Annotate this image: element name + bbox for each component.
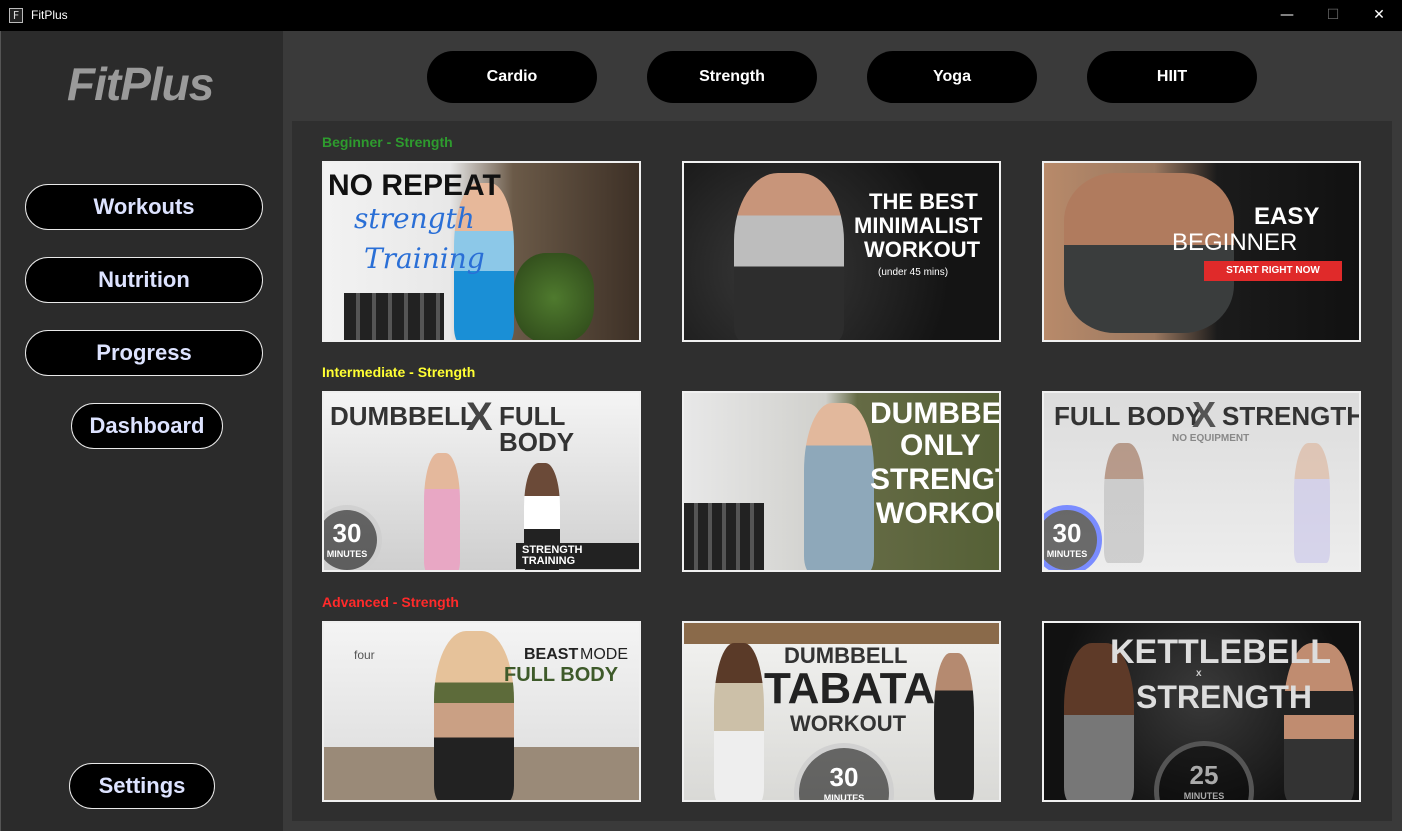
dashboard-button[interactable]: Dashboard bbox=[71, 403, 223, 449]
trainer-figure bbox=[424, 453, 460, 570]
app-logo: FitPlus bbox=[67, 58, 214, 110]
thumb-script-text-2: Training bbox=[364, 242, 485, 275]
dumbbell-rack bbox=[684, 503, 764, 570]
strength-category-button[interactable]: Strength bbox=[647, 51, 817, 103]
thumb-title: KETTLEBELL bbox=[1110, 633, 1331, 671]
video-thumbnail-best-minimalist[interactable]: THE BEST MINIMALIST WORKOUT (under 45 mi… bbox=[682, 161, 1001, 342]
trainer-figure bbox=[1104, 443, 1144, 563]
thumb-title-3: STRENGTH bbox=[870, 463, 999, 496]
thumb-title-2: STRENGTH bbox=[1136, 679, 1312, 715]
thumb-title-3: WORKOUT bbox=[864, 237, 981, 262]
thumb-title: NO REPEAT bbox=[328, 169, 501, 202]
trainer-figure bbox=[434, 631, 514, 800]
video-thumbnail-easy-beginner[interactable]: EASY BEGINNER START RIGHT NOW bbox=[1042, 161, 1361, 342]
trainer-figure bbox=[714, 643, 764, 800]
thumb-x: X bbox=[1192, 394, 1217, 435]
thumb-title-4: WORKOUT bbox=[876, 497, 999, 530]
hiit-category-button[interactable]: HIIT bbox=[1087, 51, 1257, 103]
trainer-figure-2 bbox=[934, 653, 974, 800]
minimize-button[interactable]: — bbox=[1264, 0, 1310, 31]
progress-button[interactable]: Progress bbox=[25, 330, 263, 376]
video-thumbnail-beastmode-full-body[interactable]: four BEAST MODE FULL BODY bbox=[322, 621, 641, 802]
maximize-button[interactable]: ☐ bbox=[1310, 0, 1356, 31]
title-bar: F FitPlus — ☐ ✕ bbox=[0, 0, 1402, 31]
thumb-title-3: WORKOUT bbox=[790, 711, 907, 736]
duration-badge: 30 MINUTES bbox=[1044, 505, 1102, 570]
thumb-title: BEAST bbox=[524, 646, 579, 663]
settings-button[interactable]: Settings bbox=[69, 763, 215, 809]
thumb-title-2: TABATA bbox=[764, 664, 936, 713]
app-icon: F bbox=[9, 8, 23, 23]
yoga-category-button[interactable]: Yoga bbox=[867, 51, 1037, 103]
thumb-title-2: FULL BODY bbox=[504, 664, 619, 686]
video-thumbnail-kettlebell-strength[interactable]: KETTLEBELL x STRENGTH 25 MINUTES bbox=[1042, 621, 1361, 802]
duration-badge: 30 MINUTES bbox=[794, 743, 894, 800]
thumb-subtitle: (under 45 mins) bbox=[878, 267, 949, 278]
duration-badge: 25 MINUTES bbox=[1154, 741, 1254, 800]
duration-badge: 30 MINUTES bbox=[324, 505, 382, 570]
cardio-category-button[interactable]: Cardio bbox=[427, 51, 597, 103]
thumb-subtitle: NO EQUIPMENT bbox=[1172, 433, 1250, 444]
thumb-title-b: MODE bbox=[580, 646, 628, 663]
thumb-cta-label: START RIGHT NOW bbox=[1204, 261, 1342, 281]
trainer-figure-2 bbox=[1294, 443, 1330, 563]
video-thumbnail-dumbbell-only-strength[interactable]: DUMBBELL ONLY STRENGTH WORKOUT bbox=[682, 391, 1001, 572]
sidebar: FitPlus Workouts Nutrition Progress Dash… bbox=[0, 31, 283, 831]
main-content: Cardio Strength Yoga HIIT Beginner - Str… bbox=[283, 31, 1402, 831]
thumb-script-text: strength bbox=[354, 202, 475, 235]
thumb-title: DUMBBELL bbox=[330, 401, 476, 431]
workouts-button[interactable]: Workouts bbox=[25, 184, 263, 230]
video-thumbnail-dumbbell-full-body[interactable]: DUMBBELL X FULL BODY 30 MINUTES STRENGTH … bbox=[322, 391, 641, 572]
plant-decoration bbox=[514, 253, 594, 340]
trainer-figure bbox=[734, 173, 844, 340]
thumb-title-2: FULL BODY bbox=[499, 401, 575, 457]
beginner-section-label: Beginner - Strength bbox=[322, 134, 453, 150]
video-thumbnail-full-body-strength[interactable]: FULL BODY X STRENGTH NO EQUIPMENT 30 MINU… bbox=[1042, 391, 1361, 572]
thumb-brand: four bbox=[354, 648, 375, 662]
video-thumbnail-no-repeat-strength[interactable]: NO REPEAT strength Training bbox=[322, 161, 641, 342]
thumb-title-2: BEGINNER bbox=[1172, 229, 1298, 256]
thumb-title-2: MINIMALIST bbox=[854, 213, 983, 238]
workout-grid-panel: Beginner - Strength Intermediate - Stren… bbox=[292, 121, 1392, 821]
thumb-tag: STRENGTH TRAINING bbox=[516, 543, 639, 569]
thumb-separator: x bbox=[1196, 668, 1202, 679]
close-button[interactable]: ✕ bbox=[1356, 0, 1402, 31]
dumbbell-rack bbox=[344, 293, 444, 340]
thumb-title: DUMBBELL bbox=[870, 397, 1001, 430]
trainer-figure bbox=[804, 403, 874, 570]
video-thumbnail-dumbbell-tabata[interactable]: DUMBBELL TABATA WORKOUT 30 MINUTES bbox=[682, 621, 1001, 802]
thumb-title: FULL BODY bbox=[1054, 401, 1203, 431]
nutrition-button[interactable]: Nutrition bbox=[25, 257, 263, 303]
thumb-title-2: STRENGTH bbox=[1222, 401, 1361, 431]
thumb-title: THE BEST bbox=[869, 189, 978, 214]
thumb-title: EASY bbox=[1254, 203, 1320, 230]
window-title: FitPlus bbox=[31, 8, 68, 22]
thumb-title-2: ONLY bbox=[900, 429, 981, 462]
thumb-x: X bbox=[466, 395, 493, 439]
advanced-section-label: Advanced - Strength bbox=[322, 594, 459, 610]
intermediate-section-label: Intermediate - Strength bbox=[322, 364, 476, 380]
